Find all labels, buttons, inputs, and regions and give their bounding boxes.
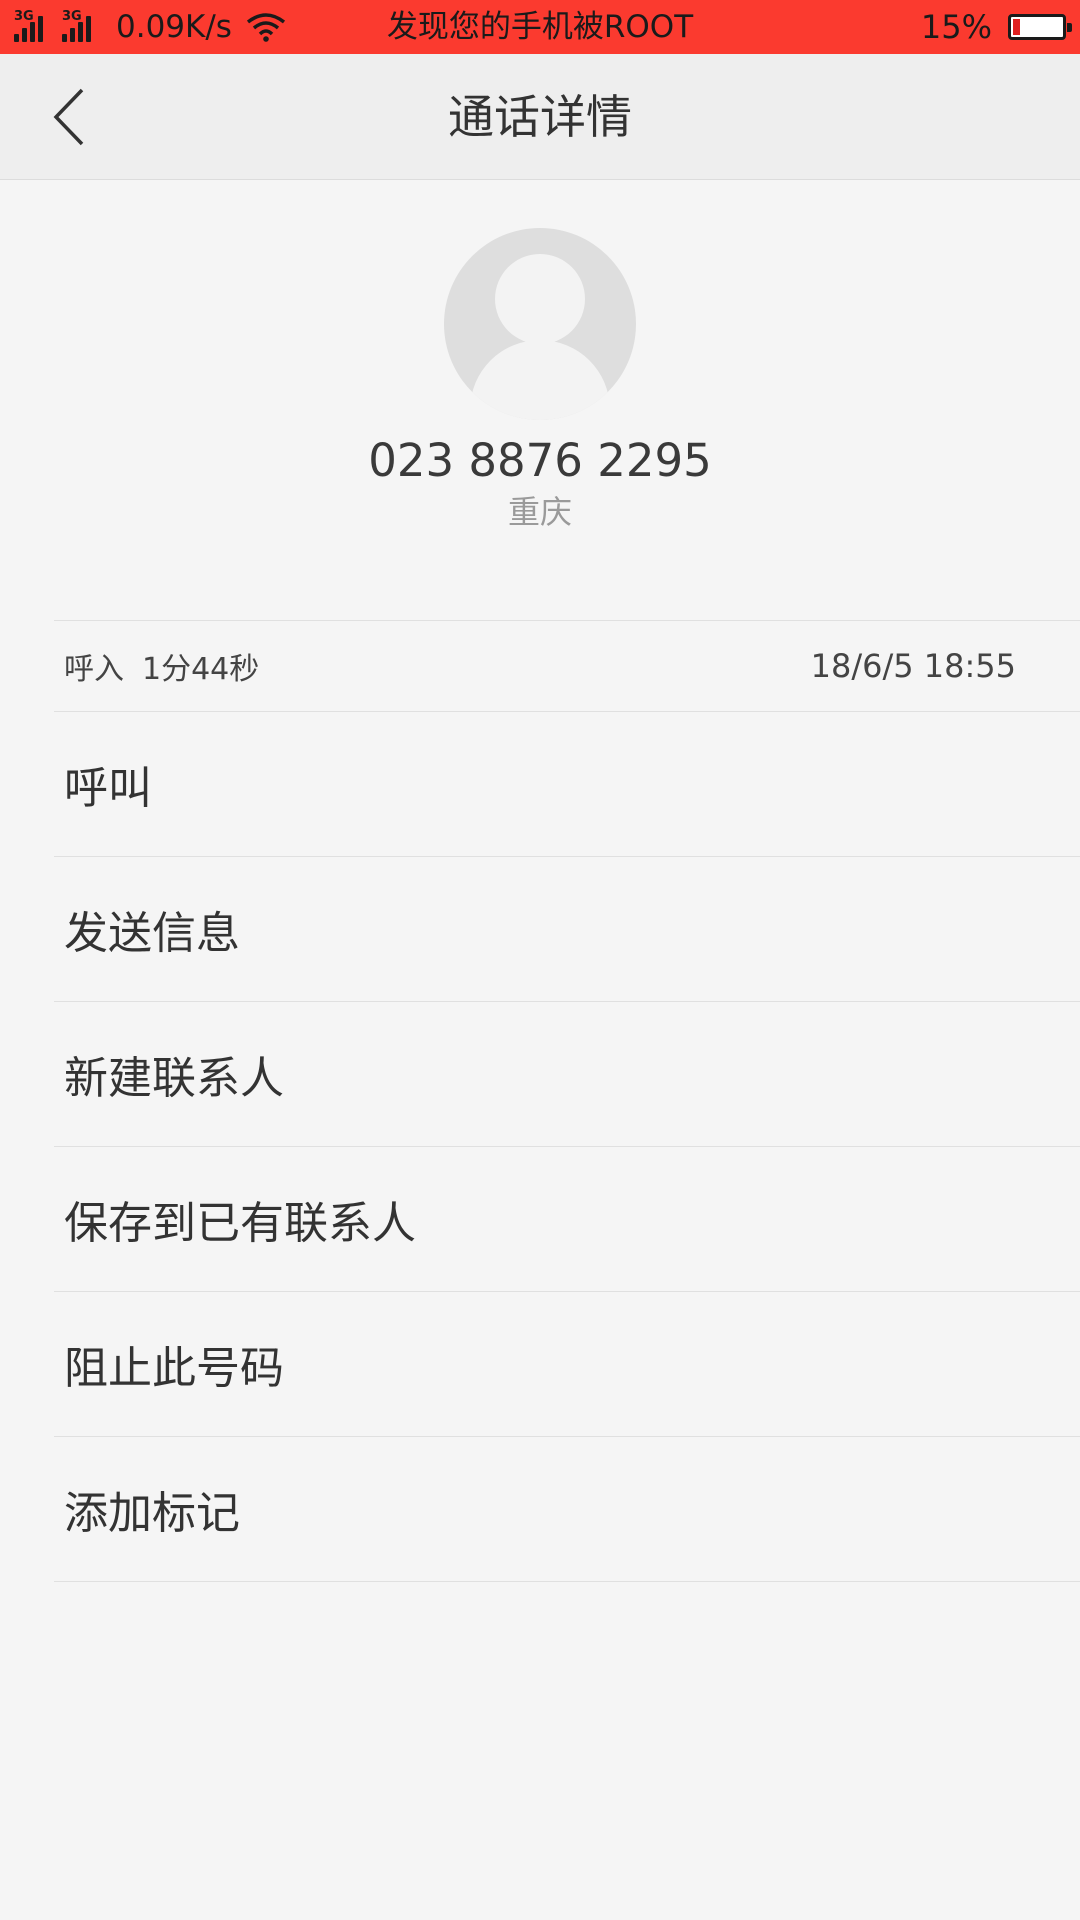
- call-action[interactable]: 呼叫: [54, 712, 1080, 857]
- root-warning-text: 发现您的手机被ROOT: [386, 9, 694, 45]
- call-duration: 1分44秒: [142, 652, 260, 687]
- action-label: 保存到已有联系人: [64, 1198, 416, 1249]
- action-label: 阻止此号码: [64, 1343, 284, 1394]
- battery-level: [1013, 19, 1020, 35]
- battery-icon: [1008, 14, 1072, 40]
- battery-percent: 15%: [920, 8, 992, 46]
- action-label: 新建联系人: [64, 1053, 284, 1104]
- call-time: 18/6/5 18:55: [810, 647, 1016, 685]
- action-label: 发送信息: [64, 908, 240, 959]
- chevron-left-icon: [53, 88, 84, 146]
- number-location: 重庆: [507, 493, 572, 531]
- action-label: 添加标记: [64, 1488, 240, 1539]
- action-label: 呼叫: [64, 763, 152, 814]
- action-list: 呼叫 发送信息 新建联系人 保存到已有联系人 阻止此号码 添加标记: [54, 712, 1080, 1582]
- back-button[interactable]: [40, 84, 100, 150]
- title-bar: 通话详情: [0, 54, 1080, 180]
- send-message-action[interactable]: 发送信息: [54, 857, 1080, 1002]
- phone-number: 023 8876 2295: [368, 434, 712, 487]
- default-avatar-icon: [444, 228, 636, 420]
- block-number-action[interactable]: 阻止此号码: [54, 1292, 1080, 1437]
- add-tag-action[interactable]: 添加标记: [54, 1437, 1080, 1582]
- status-bar: 3G 3G 0.09K/s 发现您的手机被ROOT 15%: [0, 0, 1080, 54]
- save-to-existing-contact-action[interactable]: 保存到已有联系人: [54, 1147, 1080, 1292]
- page-title: 通话详情: [448, 90, 632, 144]
- new-contact-action[interactable]: 新建联系人: [54, 1002, 1080, 1147]
- status-right: 15%: [920, 0, 1072, 54]
- call-record: 呼入 1分44秒 18/6/5 18:55: [54, 621, 1080, 711]
- call-type: 呼入: [64, 652, 124, 687]
